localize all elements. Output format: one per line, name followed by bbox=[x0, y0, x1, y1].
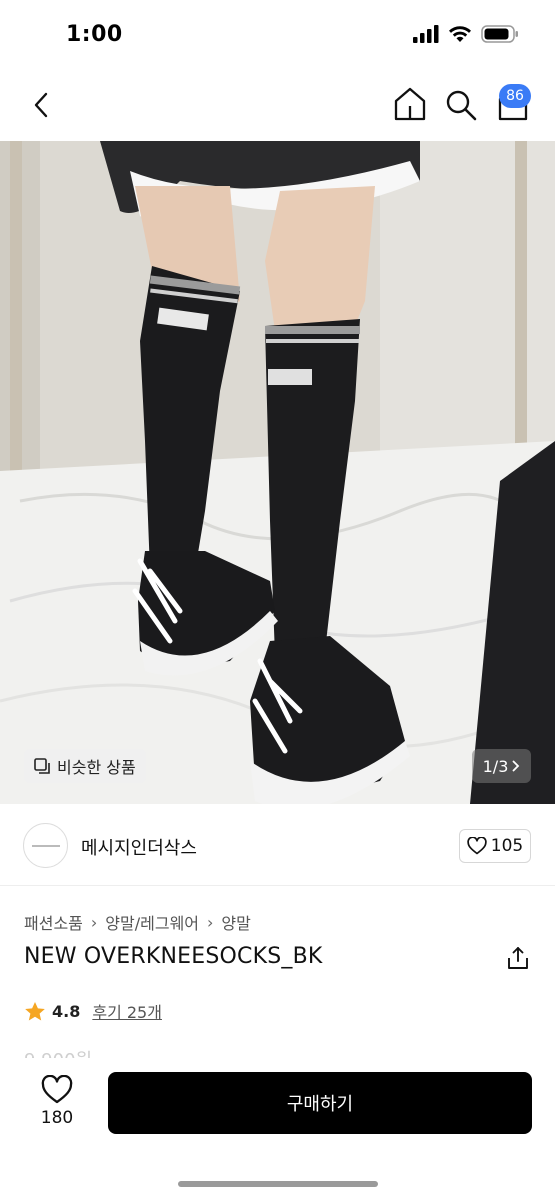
bottom-action-bar: 180 구매하기 bbox=[0, 1058, 555, 1200]
wishlist-button[interactable] bbox=[41, 1074, 73, 1105]
signal-icon bbox=[413, 25, 439, 43]
image-page-indicator[interactable]: 1/3 bbox=[472, 749, 531, 783]
back-button[interactable] bbox=[24, 88, 58, 122]
heart-icon bbox=[41, 1074, 73, 1104]
share-icon bbox=[508, 947, 528, 969]
wishlist-count: 180 bbox=[40, 1108, 74, 1128]
shop-name[interactable]: 메시지인더삭스 bbox=[81, 834, 197, 860]
product-photo-illustration bbox=[0, 141, 555, 804]
product-image[interactable] bbox=[0, 141, 555, 804]
buy-button[interactable]: 구매하기 bbox=[108, 1072, 532, 1134]
similar-items-label: 비슷한 상품 bbox=[57, 758, 136, 777]
cart-count-badge: 86 bbox=[499, 84, 531, 108]
breadcrumb-item[interactable]: 양말/레그웨어 bbox=[105, 910, 199, 934]
chevron-right-icon: › bbox=[207, 912, 214, 932]
chevron-right-icon bbox=[512, 760, 520, 772]
nav-bar bbox=[0, 76, 555, 141]
rating-row: 4.8 후기 25개 bbox=[24, 999, 162, 1023]
wifi-icon bbox=[449, 26, 471, 42]
battery-icon bbox=[481, 25, 518, 43]
rating-value: 4.8 bbox=[52, 1001, 81, 1021]
home-indicator[interactable] bbox=[178, 1181, 378, 1187]
heart-icon bbox=[467, 837, 487, 855]
image-page-text: 1/3 bbox=[482, 756, 509, 776]
shop-avatar[interactable] bbox=[23, 823, 68, 868]
search-button[interactable] bbox=[444, 88, 478, 122]
similar-items-button[interactable]: 비슷한 상품 bbox=[24, 749, 146, 783]
share-button[interactable] bbox=[505, 945, 531, 971]
shop-like-count: 105 bbox=[490, 836, 524, 856]
breadcrumb-item[interactable]: 패션소품 bbox=[24, 910, 83, 934]
breadcrumb-item[interactable]: 양말 bbox=[221, 910, 250, 934]
status-time: 1:00 bbox=[66, 22, 123, 47]
status-bar: 1:00 bbox=[0, 0, 555, 76]
similar-items-icon bbox=[34, 757, 50, 774]
shop-like-button[interactable]: 105 bbox=[459, 829, 531, 863]
reviews-link[interactable]: 후기 25개 bbox=[92, 999, 162, 1023]
back-arrow-icon bbox=[34, 92, 48, 118]
star-icon bbox=[25, 1001, 45, 1020]
product-title: NEW OVERKNEESOCKS_BK bbox=[24, 944, 323, 969]
chevron-right-icon: › bbox=[90, 912, 98, 932]
search-icon bbox=[446, 90, 477, 121]
status-icons bbox=[413, 25, 519, 43]
shop-row: 메시지인더삭스 105 bbox=[0, 804, 555, 886]
home-icon bbox=[394, 87, 426, 121]
breadcrumb: 패션소품 › 양말/레그웨어 › 양말 bbox=[24, 910, 251, 934]
home-button[interactable] bbox=[393, 86, 427, 122]
